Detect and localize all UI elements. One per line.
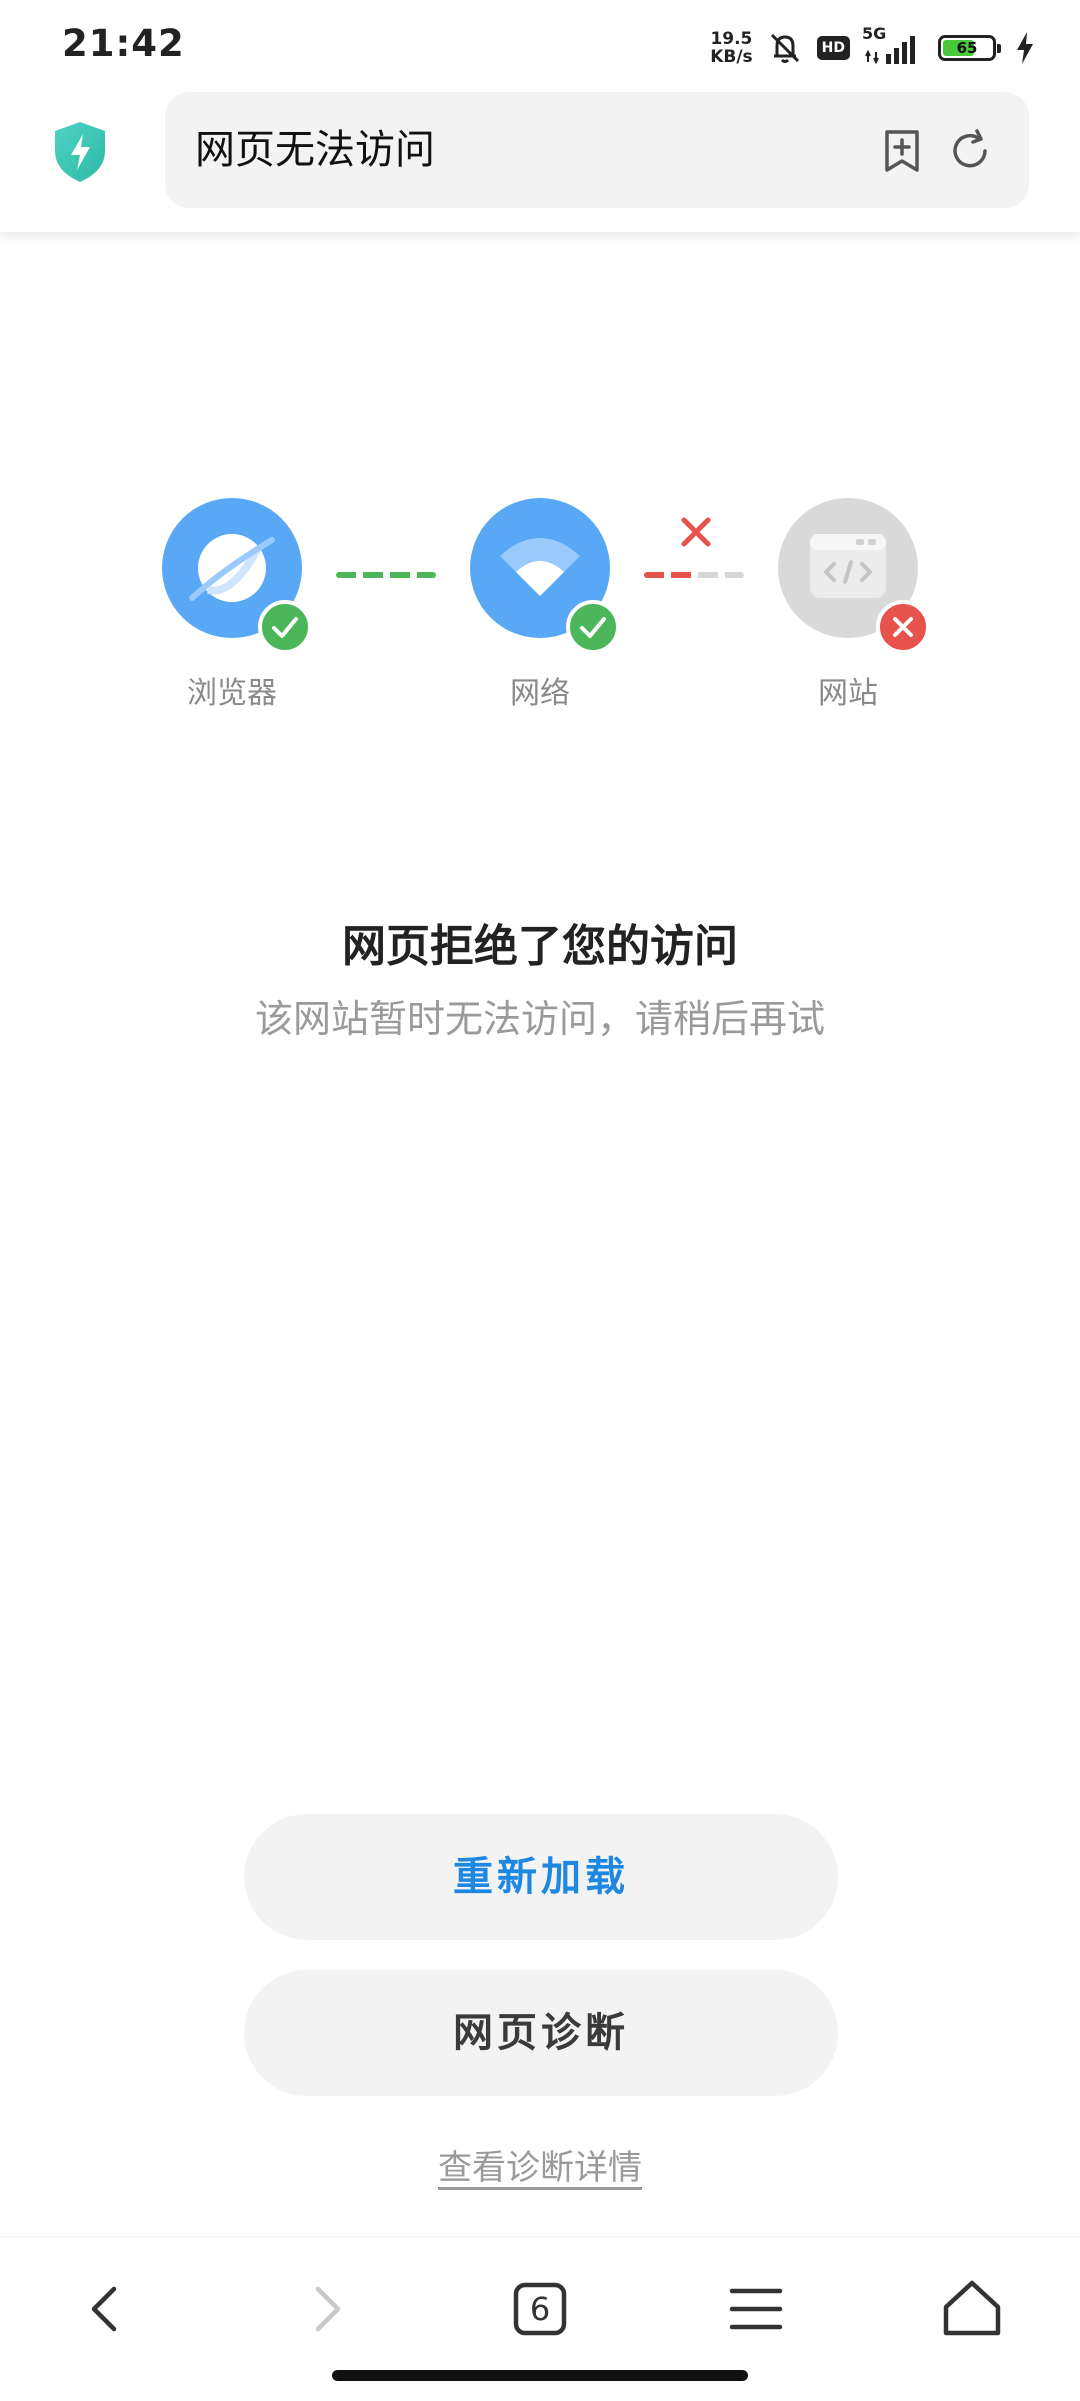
network-speed-unit: KB/s — [710, 47, 753, 67]
node-label-browser: 浏览器 — [187, 676, 277, 711]
home-icon[interactable] — [932, 2269, 1012, 2349]
page-title[interactable]: 网页无法访问 — [195, 92, 435, 208]
network-speed: 19.5 KB/s — [710, 30, 752, 66]
connection-broken — [644, 572, 744, 578]
forward-icon[interactable] — [286, 2269, 366, 2349]
error-title: 网页拒绝了您的访问 — [342, 921, 738, 972]
diagnosis-details-link[interactable]: 查看诊断详情 — [0, 2140, 1080, 2189]
refresh-icon[interactable] — [947, 128, 993, 174]
signal-icon: 5G — [862, 24, 926, 68]
bookmark-add-icon[interactable] — [879, 128, 925, 174]
reload-button[interactable]: 重新加载 — [244, 1814, 838, 1940]
status-time: 21:42 — [62, 22, 185, 65]
error-subtitle: 该网站暂时无法访问，请稍后再试 — [254, 997, 825, 1041]
check-badge-icon — [258, 600, 312, 654]
battery-icon: 65 — [938, 35, 1001, 61]
network-speed-value: 19.5 — [710, 29, 753, 49]
node-label-network: 网络 — [510, 676, 570, 711]
node-label-website: 网站 — [818, 676, 878, 711]
status-bar: 21:42 19.5 KB/s HD 5G 65 — [0, 0, 1080, 92]
hd-icon: HD — [816, 36, 850, 60]
charging-icon — [1017, 32, 1033, 64]
browser-toolbar: 网页无法访问 — [0, 92, 1080, 232]
error-badge-icon — [876, 600, 930, 654]
connection-error-x-icon — [681, 517, 711, 547]
menu-icon[interactable] — [716, 2269, 796, 2349]
status-icons: 19.5 KB/s HD 5G 65 — [710, 24, 1036, 72]
shield-lightning-icon[interactable] — [52, 120, 108, 184]
mute-icon — [770, 33, 799, 63]
tabs-button[interactable]: 6 — [500, 2269, 580, 2349]
home-indicator[interactable] — [332, 2370, 748, 2381]
battery-level: 65 — [956, 39, 978, 57]
back-icon[interactable] — [66, 2269, 146, 2349]
tab-count: 6 — [529, 2290, 551, 2328]
connection-ok — [336, 572, 436, 578]
check-badge-icon — [566, 600, 620, 654]
address-bar[interactable]: 网页无法访问 — [165, 92, 1029, 208]
diagnose-button[interactable]: 网页诊断 — [244, 1970, 838, 2096]
